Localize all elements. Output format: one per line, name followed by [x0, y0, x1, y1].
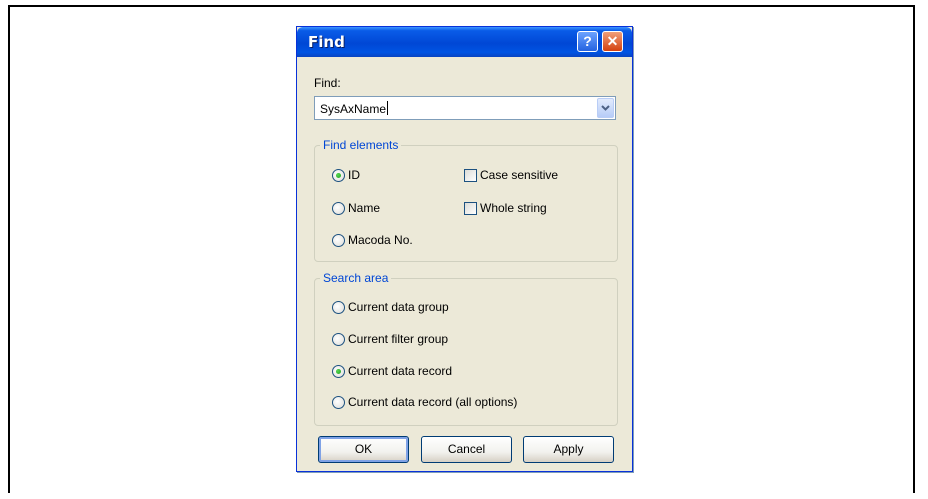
checkbox-whole-string[interactable]: Whole string	[464, 201, 547, 215]
case-sensitive-label: Case sensitive	[480, 168, 559, 182]
find-label: Find:	[314, 76, 341, 90]
close-icon: ✕	[606, 33, 619, 49]
title-bar[interactable]: Find ? ✕	[297, 27, 632, 57]
find-dialog: Find ? ✕ Find: SysAxName Find elements I…	[296, 26, 633, 472]
radio-button-checked[interactable]	[332, 168, 345, 182]
whole-string-label: Whole string	[480, 201, 547, 215]
chevron-down-icon	[601, 105, 610, 111]
cancel-button[interactable]: Cancel	[421, 436, 512, 463]
radio-button[interactable]	[332, 201, 345, 215]
radio-macoda-label: Macoda No.	[348, 233, 413, 247]
current-data-group-label: Current data group	[348, 300, 449, 314]
help-icon: ?	[583, 33, 592, 49]
radio-macoda-no[interactable]: Macoda No.	[332, 233, 413, 247]
text-caret	[387, 101, 389, 115]
radio-id-label: ID	[348, 168, 360, 182]
radio-button[interactable]	[332, 332, 345, 346]
radio-id[interactable]: ID	[332, 168, 360, 182]
current-data-record-label: Current data record	[348, 364, 453, 378]
checkbox-case-sensitive[interactable]: Case sensitive	[464, 168, 558, 182]
current-data-record-all-label: Current data record (all options)	[348, 395, 518, 409]
radio-button-checked[interactable]	[332, 364, 345, 378]
help-button[interactable]: ?	[577, 31, 598, 52]
ok-button[interactable]: OK	[318, 436, 409, 463]
find-input[interactable]: SysAxName	[320, 101, 389, 116]
radio-current-data-group[interactable]: Current data group	[332, 300, 449, 314]
radio-button[interactable]	[332, 300, 345, 314]
apply-button[interactable]: Apply	[523, 436, 614, 463]
checkbox[interactable]	[464, 201, 477, 215]
find-combobox[interactable]: SysAxName	[314, 96, 616, 120]
radio-name-label: Name	[348, 201, 381, 215]
find-elements-legend: Find elements	[323, 138, 399, 152]
search-area-legend: Search area	[323, 271, 389, 285]
current-filter-group-label: Current filter group	[348, 332, 449, 346]
radio-current-data-record-all[interactable]: Current data record (all options)	[332, 395, 517, 409]
close-button[interactable]: ✕	[602, 31, 623, 52]
dialog-title: Find	[308, 33, 345, 51]
radio-button[interactable]	[332, 395, 345, 409]
radio-current-data-record[interactable]: Current data record	[332, 364, 452, 378]
radio-button[interactable]	[332, 233, 345, 247]
radio-current-filter-group[interactable]: Current filter group	[332, 332, 448, 346]
checkbox[interactable]	[464, 168, 477, 182]
dropdown-button[interactable]	[597, 98, 614, 118]
radio-name[interactable]: Name	[332, 201, 380, 215]
find-input-value: SysAxName	[320, 102, 387, 116]
